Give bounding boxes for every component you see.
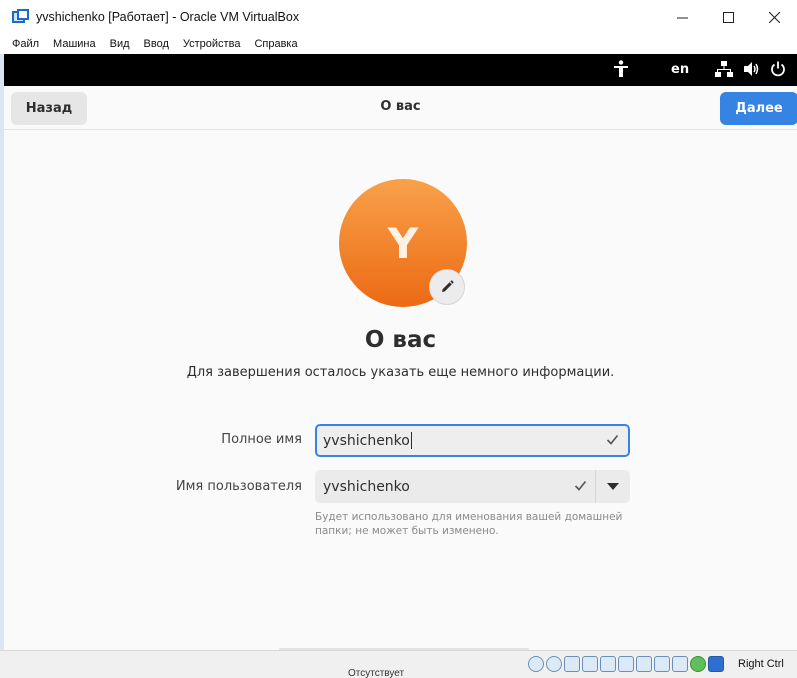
display-icon[interactable]	[636, 656, 652, 672]
usb-icon[interactable]	[600, 656, 616, 672]
full-name-value: yvshichenko	[323, 432, 410, 449]
volume-icon[interactable]	[744, 62, 760, 76]
username-value: yvshichenko	[323, 478, 410, 495]
host-key-label: Right Ctrl	[738, 658, 784, 670]
text-caret	[410, 432, 412, 449]
username-dropdown-button[interactable]	[596, 470, 630, 503]
network-adapter-icon[interactable]	[582, 656, 598, 672]
menu-view[interactable]: Вид	[103, 38, 137, 50]
minimize-icon	[676, 17, 688, 18]
page-title: О вас	[364, 327, 437, 353]
virtualbox-app-icon	[12, 9, 30, 25]
checkmark-icon	[606, 434, 619, 445]
menu-help[interactable]: Справка	[247, 38, 304, 50]
network-icon[interactable]	[715, 61, 733, 78]
virtualization-icon[interactable]	[672, 656, 688, 672]
language-indicator[interactable]: en	[671, 62, 689, 77]
setup-header-bar: Назад О вас Далее	[4, 86, 797, 130]
full-name-input[interactable]: yvshichenko	[315, 424, 630, 457]
checkmark-icon	[574, 480, 587, 491]
window-title: yvshichenko [Работает] - Oracle VM Virtu…	[36, 10, 300, 24]
shared-folders-icon[interactable]	[618, 656, 634, 672]
mouse-integration-icon[interactable]	[708, 656, 724, 672]
power-icon[interactable]	[770, 61, 786, 77]
header-title: О вас	[380, 99, 421, 114]
maximize-icon	[722, 11, 734, 23]
close-icon	[768, 11, 780, 23]
next-button[interactable]: Далее	[720, 92, 797, 125]
about-you-page: Y О вас Для завершения осталось указать …	[4, 130, 797, 650]
guest-top-bar: en	[4, 54, 797, 86]
minimize-button[interactable]	[659, 0, 705, 34]
vm-status-bar: Отсутствует Right Ctrl	[0, 650, 797, 678]
username-hint: Будет использовано для именования вашей …	[315, 511, 623, 537]
username-combobox[interactable]: yvshichenko	[315, 470, 630, 503]
edit-avatar-button[interactable]	[429, 269, 465, 305]
audio-icon[interactable]	[564, 656, 580, 672]
menu-machine[interactable]: Машина	[46, 38, 103, 50]
menubar: Файл Машина Вид Ввод Устройства Справка	[0, 34, 797, 54]
hard-disk-icon[interactable]	[528, 656, 544, 672]
optical-drive-icon[interactable]	[546, 656, 562, 672]
menu-devices[interactable]: Устройства	[176, 38, 248, 50]
page-subtitle: Для завершения осталось указать еще немн…	[186, 365, 615, 380]
maximize-button[interactable]	[705, 0, 751, 34]
pencil-icon	[442, 280, 454, 292]
menu-input[interactable]: Ввод	[137, 38, 176, 50]
recording-icon[interactable]	[654, 656, 670, 672]
accessibility-icon[interactable]	[613, 60, 629, 78]
host-background-text: Отсутствует	[348, 668, 405, 678]
full-name-label: Полное имя	[221, 432, 302, 447]
guest-additions-icon[interactable]	[690, 656, 706, 672]
close-button[interactable]	[751, 0, 797, 34]
menu-file[interactable]: Файл	[0, 38, 46, 50]
avatar-letter: Y	[387, 218, 419, 268]
chevron-down-icon	[607, 483, 619, 490]
window-titlebar: yvshichenko [Работает] - Oracle VM Virtu…	[0, 0, 797, 34]
username-label: Имя пользователя	[175, 479, 302, 494]
